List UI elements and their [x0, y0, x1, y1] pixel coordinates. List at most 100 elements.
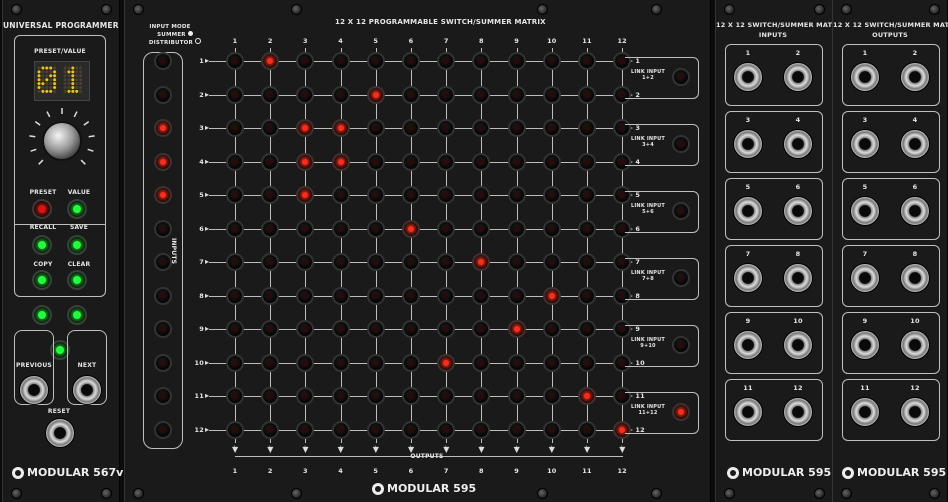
matrix-cell-button[interactable] [296, 186, 315, 204]
matrix-cell-button[interactable] [472, 286, 491, 305]
matrix-cell-button[interactable] [402, 387, 420, 405]
matrix-cell-button[interactable] [226, 286, 244, 305]
matrix-cell-button[interactable] [578, 186, 596, 204]
matrix-cell-button[interactable] [331, 119, 350, 137]
matrix-cell-button[interactable] [542, 420, 561, 439]
matrix-cell-button[interactable] [542, 253, 561, 271]
output-jack[interactable] [900, 330, 930, 360]
copy-button[interactable] [32, 270, 52, 290]
matrix-cell-button[interactable] [507, 52, 526, 70]
matrix-cell-button[interactable] [472, 152, 491, 171]
matrix-cell-button[interactable] [331, 286, 350, 305]
matrix-cell-button[interactable] [331, 320, 350, 338]
matrix-cell-button[interactable] [261, 320, 280, 338]
matrix-cell-button[interactable] [578, 253, 596, 271]
link-input-button[interactable] [672, 336, 690, 354]
next-button[interactable] [67, 305, 87, 325]
matrix-cell-button[interactable] [226, 320, 244, 338]
link-input-button[interactable] [672, 403, 690, 421]
matrix-cell-button[interactable] [507, 85, 526, 104]
input-mode-button[interactable] [154, 119, 172, 137]
output-jack[interactable] [850, 129, 880, 159]
input-mode-button[interactable] [154, 286, 172, 305]
matrix-cell-button[interactable] [578, 353, 596, 372]
matrix-cell-button[interactable] [507, 219, 526, 238]
matrix-cell-button[interactable] [542, 85, 561, 104]
matrix-cell-button[interactable] [296, 353, 315, 372]
matrix-cell-button[interactable] [472, 353, 491, 372]
matrix-cell-button[interactable] [331, 152, 350, 171]
matrix-cell-button[interactable] [402, 52, 420, 70]
matrix-cell-button[interactable] [578, 152, 596, 171]
matrix-cell-button[interactable] [261, 420, 280, 439]
matrix-cell-button[interactable] [331, 85, 350, 104]
matrix-cell-button[interactable] [226, 387, 244, 405]
input-mode-button[interactable] [154, 353, 172, 372]
matrix-cell-button[interactable] [542, 219, 561, 238]
matrix-cell-button[interactable] [261, 253, 280, 271]
matrix-cell-button[interactable] [366, 320, 385, 338]
save-button[interactable] [67, 235, 87, 255]
matrix-cell-button[interactable] [226, 253, 244, 271]
input-mode-button[interactable] [154, 320, 172, 338]
input-jack[interactable] [733, 397, 763, 427]
matrix-cell-button[interactable] [331, 353, 350, 372]
input-mode-button[interactable] [154, 85, 172, 104]
matrix-cell-button[interactable] [542, 152, 561, 171]
matrix-cell-button[interactable] [296, 152, 315, 171]
matrix-cell-button[interactable] [226, 85, 244, 104]
output-jack[interactable] [900, 196, 930, 226]
matrix-cell-button[interactable] [331, 186, 350, 204]
matrix-cell-button[interactable] [578, 320, 596, 338]
input-jack[interactable] [783, 397, 813, 427]
output-jack[interactable] [900, 62, 930, 92]
matrix-cell-button[interactable] [437, 119, 456, 137]
matrix-cell-button[interactable] [402, 219, 420, 238]
matrix-cell-button[interactable] [402, 286, 420, 305]
matrix-cell-button[interactable] [261, 186, 280, 204]
input-jack[interactable] [733, 330, 763, 360]
link-input-button[interactable] [672, 269, 690, 287]
matrix-cell-button[interactable] [402, 420, 420, 439]
matrix-cell-button[interactable] [437, 52, 456, 70]
matrix-cell-button[interactable] [472, 420, 491, 439]
input-jack[interactable] [733, 263, 763, 293]
input-jack[interactable] [783, 330, 813, 360]
matrix-cell-button[interactable] [366, 420, 385, 439]
matrix-cell-button[interactable] [402, 186, 420, 204]
matrix-cell-button[interactable] [578, 387, 596, 405]
input-mode-button[interactable] [154, 52, 172, 70]
matrix-cell-button[interactable] [578, 286, 596, 305]
next-jack[interactable] [72, 375, 102, 405]
matrix-cell-button[interactable] [261, 286, 280, 305]
matrix-cell-button[interactable] [578, 85, 596, 104]
previous-jack[interactable] [19, 375, 49, 405]
link-input-button[interactable] [672, 68, 690, 86]
matrix-cell-button[interactable] [226, 152, 244, 171]
matrix-cell-button[interactable] [507, 387, 526, 405]
output-jack[interactable] [900, 129, 930, 159]
matrix-cell-button[interactable] [366, 85, 385, 104]
matrix-cell-button[interactable] [437, 253, 456, 271]
matrix-cell-button[interactable] [261, 152, 280, 171]
matrix-cell-button[interactable] [331, 219, 350, 238]
matrix-cell-button[interactable] [578, 52, 596, 70]
matrix-cell-button[interactable] [261, 85, 280, 104]
matrix-cell-button[interactable] [507, 286, 526, 305]
matrix-cell-button[interactable] [542, 186, 561, 204]
matrix-cell-button[interactable] [472, 253, 491, 271]
matrix-cell-button[interactable] [542, 387, 561, 405]
matrix-cell-button[interactable] [437, 420, 456, 439]
matrix-cell-button[interactable] [261, 119, 280, 137]
matrix-cell-button[interactable] [296, 119, 315, 137]
input-jack[interactable] [783, 129, 813, 159]
reset-jack[interactable] [45, 418, 75, 448]
input-mode-button[interactable] [154, 219, 172, 238]
output-jack[interactable] [850, 397, 880, 427]
matrix-cell-button[interactable] [402, 353, 420, 372]
matrix-cell-button[interactable] [472, 119, 491, 137]
input-mode-button[interactable] [154, 420, 172, 439]
matrix-cell-button[interactable] [296, 52, 315, 70]
matrix-cell-button[interactable] [296, 420, 315, 439]
matrix-cell-button[interactable] [437, 85, 456, 104]
